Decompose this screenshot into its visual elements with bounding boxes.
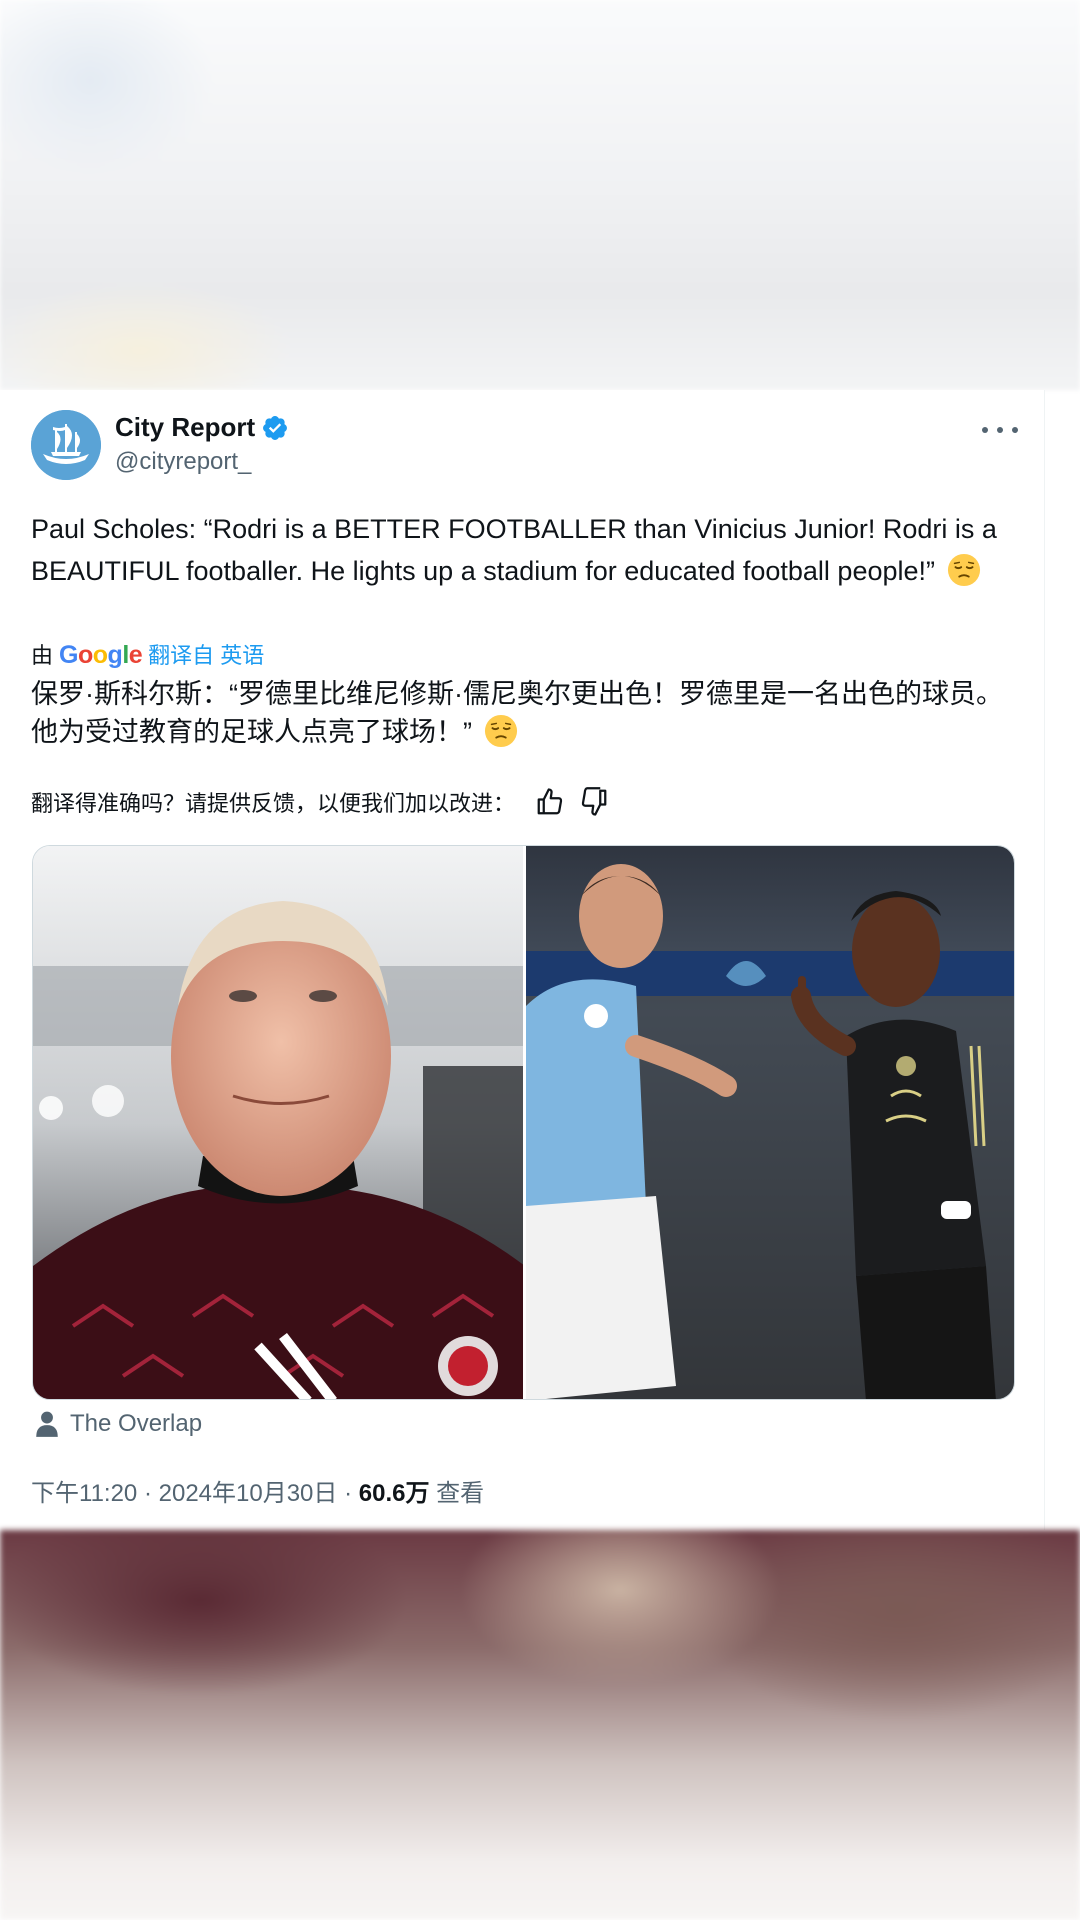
tweet-text-english: Paul Scholes: “Rodri is a BETTER FOOTBAL… — [31, 514, 997, 586]
media-credit-name[interactable]: The Overlap — [70, 1410, 202, 1438]
avatar[interactable] — [31, 410, 101, 480]
relieved-face-emoji — [947, 553, 980, 587]
tweet-text-translated: 保罗·斯科尔斯：“罗德里比维尼修斯·儒尼奥尔更出色！罗德里是一名出色的球员。他为… — [31, 675, 1021, 751]
more-options-icon[interactable] — [982, 418, 1018, 442]
author-handle[interactable]: @cityreport_ — [115, 448, 251, 476]
media-photo-left[interactable] — [33, 846, 526, 1399]
more-dot — [1012, 427, 1018, 433]
meta-separator: · — [143, 1480, 152, 1507]
verified-badge-icon — [263, 415, 288, 440]
translated-from-link[interactable]: 翻译自 英语 — [148, 638, 264, 670]
tweet-date[interactable]: 2024年10月30日 — [159, 1480, 338, 1507]
relieved-face-emoji — [484, 714, 517, 748]
translation-feedback: 翻译得准确吗？请提供反馈，以便我们加以改进： — [31, 786, 609, 818]
meta-separator: · — [344, 1480, 353, 1507]
tweet-card[interactable]: City Report @cityreport_ Paul Scholes: “… — [0, 390, 1045, 1530]
google-logo: Google — [59, 641, 143, 669]
photo-players — [526, 846, 1014, 1399]
media-photo-right[interactable] — [526, 846, 1014, 1399]
thumbs-up-icon[interactable] — [535, 787, 565, 817]
blurred-background-top — [0, 0, 1080, 390]
author-display-name[interactable]: City Report — [115, 412, 255, 443]
blurred-background-bottom — [0, 1530, 1080, 1920]
feedback-prompt: 翻译得准确吗？请提供反馈，以便我们加以改进： — [31, 791, 516, 816]
photo-portrait — [33, 846, 523, 1399]
tweet-time[interactable]: 下午11:20 — [31, 1480, 137, 1507]
views-count: 60.6万 — [358, 1480, 430, 1507]
translated-by-label: 由 — [31, 643, 54, 668]
more-dot — [997, 427, 1003, 433]
more-dot — [982, 427, 988, 433]
author-name-row[interactable]: City Report — [115, 412, 289, 443]
translation-attribution: 由 Google 翻译自 英语 — [31, 638, 264, 670]
ship-logo-icon — [31, 410, 101, 480]
person-icon — [36, 1411, 58, 1437]
thumbs-down-icon[interactable] — [579, 787, 609, 817]
tweet-metadata: 下午11:20 · 2024年10月30日 · 60.6万 查看 — [31, 1473, 484, 1508]
views-label: 查看 — [436, 1480, 485, 1507]
tweet-media[interactable] — [32, 845, 1015, 1400]
tweet-text: Paul Scholes: “Rodri is a BETTER FOOTBAL… — [31, 508, 1021, 592]
media-credit[interactable]: The Overlap — [34, 1410, 202, 1438]
